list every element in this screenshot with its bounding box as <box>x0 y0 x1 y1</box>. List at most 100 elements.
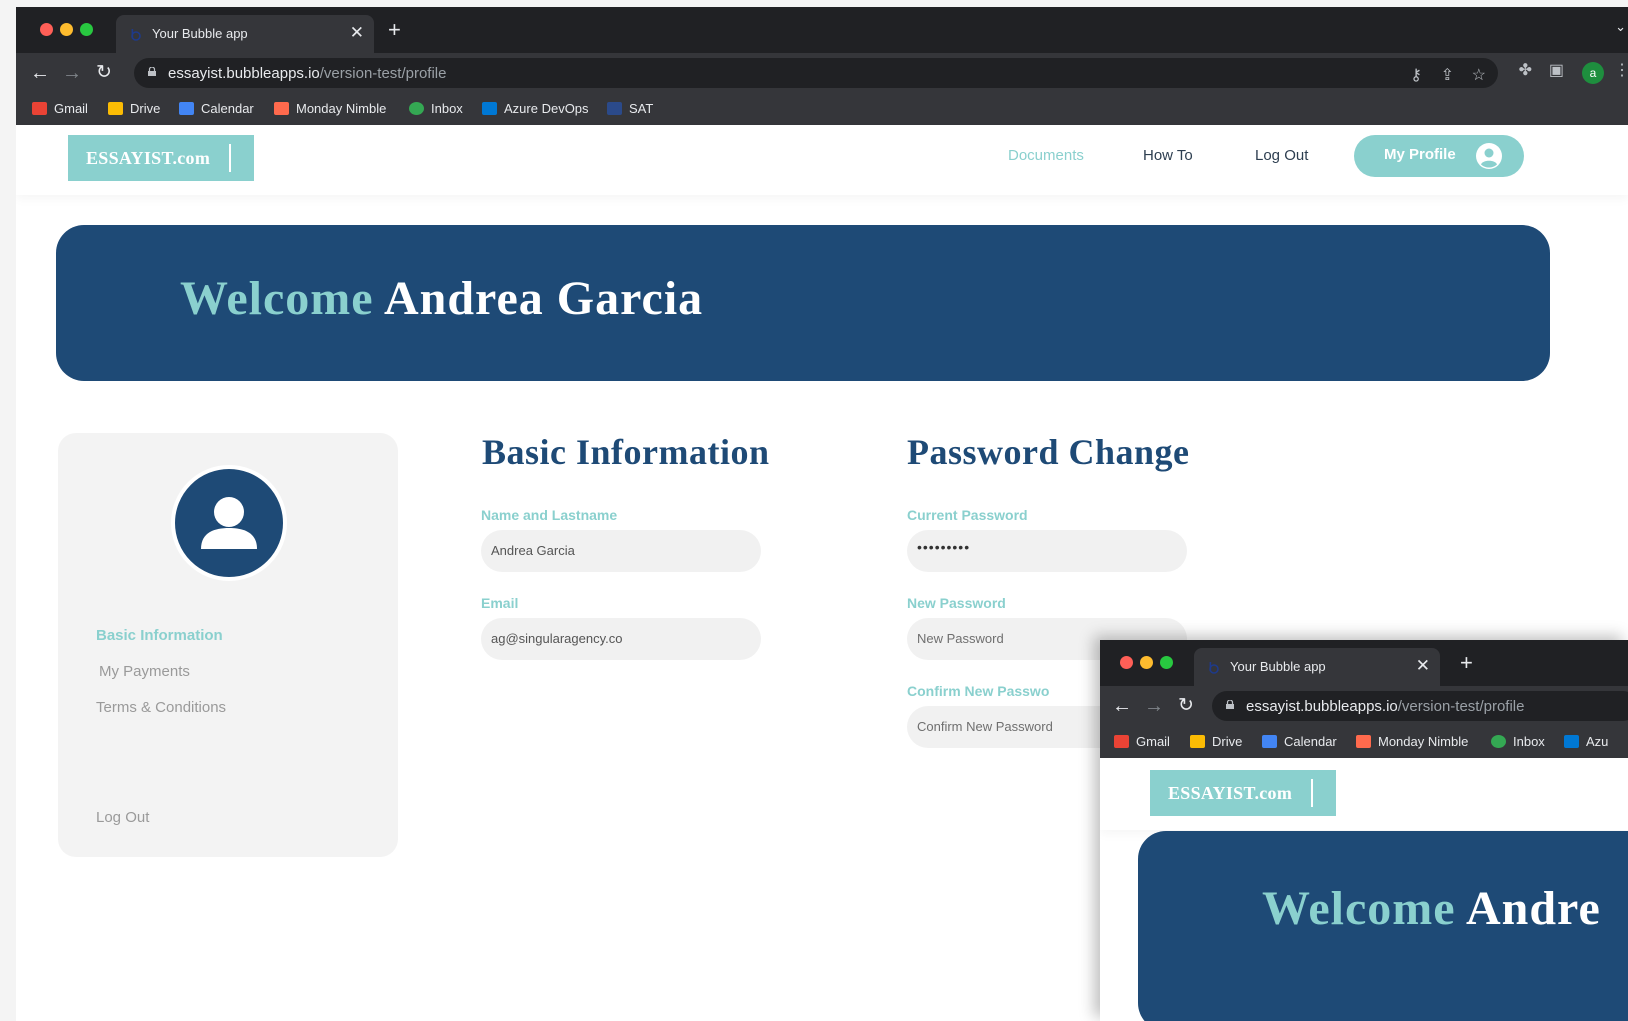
name-field-label: Name and Lastname <box>481 507 618 523</box>
sidebar-item-basic-information[interactable]: Basic Information <box>96 627 223 644</box>
gmail-icon <box>32 102 47 115</box>
browser-menu-icon[interactable]: ⋮ <box>1614 61 1628 81</box>
bookmark-sat[interactable]: SAT <box>607 101 653 119</box>
browser-toolbar: ← → ↻ essayist.bubbleapps.io/version-tes… <box>16 53 1628 93</box>
close-window-button[interactable] <box>40 23 53 36</box>
email-input[interactable]: ag@singularagency.co <box>481 618 761 660</box>
user-avatar-icon <box>201 497 257 549</box>
welcome-user-name: Andrea Garcia <box>383 272 704 325</box>
azure-devops-icon <box>482 102 497 115</box>
close-tab-icon[interactable]: ✕ <box>350 23 364 43</box>
tab-search-chevron-icon[interactable]: ⌄ <box>1615 19 1626 35</box>
reload-button[interactable]: ↻ <box>96 59 112 87</box>
minimize-window-button[interactable] <box>1140 656 1153 669</box>
lock-icon <box>148 67 156 76</box>
confirm-password-placeholder: Confirm New Password <box>917 719 1053 734</box>
welcome-banner: Welcome Andre <box>1138 831 1628 1021</box>
welcome-heading: Welcome Andrea Garcia <box>180 271 703 326</box>
extensions-puzzle-icon[interactable]: ✤ <box>1519 61 1532 81</box>
sidebar-item-my-payments[interactable]: My Payments <box>99 663 190 680</box>
new-password-label: New Password <box>907 595 1006 611</box>
profile-avatar <box>171 465 287 581</box>
bookmark-gmail[interactable]: Gmail <box>1114 734 1170 752</box>
current-password-label: Current Password <box>907 507 1028 523</box>
logo-caret <box>229 144 231 172</box>
reload-button[interactable]: ↻ <box>1178 692 1194 720</box>
bubble-favicon-icon <box>1209 662 1219 674</box>
browser-profile-avatar[interactable]: a <box>1582 62 1604 84</box>
back-button[interactable]: ← <box>30 59 50 87</box>
browser-tab[interactable]: Your Bubble app ✕ <box>116 15 374 53</box>
new-tab-button[interactable]: + <box>388 19 401 41</box>
maximize-window-button[interactable] <box>80 23 93 36</box>
password-change-title: Password Change <box>907 432 1190 472</box>
nav-log-out-link[interactable]: Log Out <box>1255 147 1308 164</box>
name-input[interactable]: Andrea Garcia <box>481 530 761 572</box>
essayist-logo[interactable]: ESSAYIST.com <box>1150 770 1336 816</box>
close-tab-icon[interactable]: ✕ <box>1416 656 1430 676</box>
my-profile-label: My Profile <box>1384 146 1456 163</box>
bookmark-inbox[interactable]: Inbox <box>409 101 463 119</box>
monday-icon <box>1356 735 1371 748</box>
minimize-window-button[interactable] <box>60 23 73 36</box>
logo-text: ESSAYIST.com <box>1168 783 1293 803</box>
close-window-button[interactable] <box>1120 656 1133 669</box>
browser-chrome: Your Bubble app ✕ + ⌄ ← → ↻ essayist.bub… <box>16 7 1628 125</box>
sidebar-item-terms-conditions[interactable]: Terms & Conditions <box>96 699 226 716</box>
share-icon[interactable]: ⇪ <box>1441 66 1454 86</box>
bookmark-gmail[interactable]: Gmail <box>32 101 88 119</box>
url-path: /version-test/profile <box>319 65 447 82</box>
email-input-value: ag@singularagency.co <box>491 631 623 646</box>
url-path: /version-test/profile <box>1397 698 1525 715</box>
azure-devops-icon <box>1564 735 1579 748</box>
tab-strip: Your Bubble app ✕ + <box>1100 640 1628 686</box>
second-browser-window: Your Bubble app ✕ + ← → ↻ essayist.bubbl… <box>1100 640 1628 1021</box>
profile-sidebar: Basic Information My Payments Terms & Co… <box>58 433 398 857</box>
bookmark-monday-nimble[interactable]: Monday Nimble <box>274 101 386 119</box>
maximize-window-button[interactable] <box>1160 656 1173 669</box>
back-button[interactable]: ← <box>1112 692 1132 720</box>
browser-tab[interactable]: Your Bubble app ✕ <box>1194 648 1440 686</box>
address-bar[interactable]: essayist.bubbleapps.io/version-test/prof… <box>134 58 1498 88</box>
email-field-label: Email <box>481 595 519 611</box>
gmail-icon <box>1114 735 1129 748</box>
bubble-favicon-icon <box>131 29 141 41</box>
bookmark-drive[interactable]: Drive <box>108 101 160 119</box>
bookmark-star-icon[interactable]: ☆ <box>1472 66 1486 86</box>
forward-button[interactable]: → <box>1144 692 1164 720</box>
current-password-input[interactable]: ••••••••• <box>907 530 1187 572</box>
calendar-icon <box>1262 735 1277 748</box>
inbox-icon <box>1491 735 1506 748</box>
side-panel-icon[interactable]: ▣ <box>1549 61 1564 81</box>
url-host: essayist.bubbleapps.io <box>168 65 320 82</box>
bookmark-monday-nimble[interactable]: Monday Nimble <box>1356 734 1468 752</box>
bookmark-drive[interactable]: Drive <box>1190 734 1242 752</box>
logo-caret <box>1311 779 1313 807</box>
url-host: essayist.bubbleapps.io <box>1246 698 1398 715</box>
address-bar[interactable]: essayist.bubbleapps.io/version-test/prof… <box>1212 691 1628 721</box>
forward-button[interactable]: → <box>62 59 82 87</box>
tab-title: Your Bubble app <box>1230 659 1326 674</box>
nav-documents-link[interactable]: Documents <box>1008 147 1084 164</box>
bookmark-azure-devops[interactable]: Azu <box>1564 734 1608 752</box>
lock-icon <box>1226 700 1234 709</box>
my-profile-button[interactable]: My Profile <box>1354 135 1524 177</box>
basic-information-title: Basic Information <box>482 432 770 472</box>
essayist-logo[interactable]: ESSAYIST.com <box>68 135 254 181</box>
site-header: ESSAYIST.com <box>1100 758 1628 830</box>
new-tab-button[interactable]: + <box>1460 652 1473 674</box>
drive-icon <box>108 102 123 115</box>
nav-how-to-link[interactable]: How To <box>1143 147 1193 164</box>
password-key-icon[interactable]: ⚷ <box>1410 66 1422 86</box>
bookmarks-bar: Gmail Drive Calendar Monday Nimble Inbox… <box>1100 726 1628 758</box>
sidebar-item-log-out[interactable]: Log Out <box>96 809 149 826</box>
browser-toolbar: ← → ↻ essayist.bubbleapps.io/version-tes… <box>1100 686 1628 726</box>
tab-strip: Your Bubble app ✕ + ⌄ <box>16 7 1628 53</box>
bookmark-inbox[interactable]: Inbox <box>1491 734 1545 752</box>
welcome-word: Welcome <box>1262 882 1456 935</box>
bookmark-azure-devops[interactable]: Azure DevOps <box>482 101 589 119</box>
tab-title: Your Bubble app <box>152 26 248 41</box>
inbox-icon <box>409 102 424 115</box>
bookmark-calendar[interactable]: Calendar <box>1262 734 1337 752</box>
bookmark-calendar[interactable]: Calendar <box>179 101 254 119</box>
